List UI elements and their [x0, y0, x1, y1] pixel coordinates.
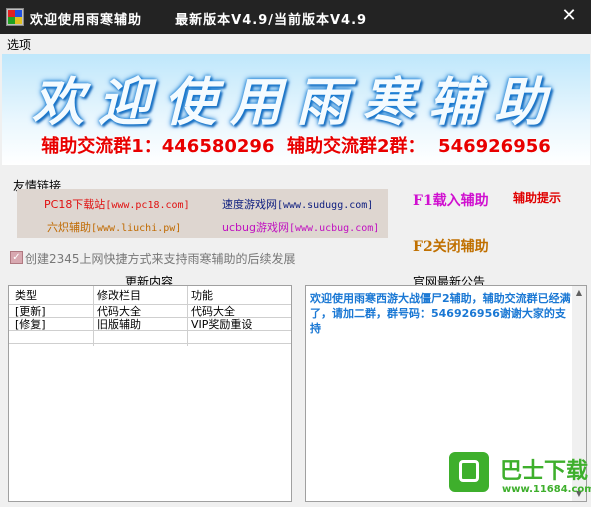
bus-logo-icon [447, 450, 491, 494]
hotkey-load-label: F1载入辅助 [413, 193, 489, 209]
announcement-text: 欢迎使用雨寒西游大战僵尸2辅助，辅助交流群已经满了，请加二群，群号码：54692… [310, 292, 571, 335]
link-ucbug[interactable]: ucbug游戏网[www.ucbug.com] [222, 219, 379, 235]
table-divider [187, 286, 188, 346]
column-header-type: 类型 [15, 289, 37, 302]
friend-links-panel: PC18下载站[www.pc18.com] 速度游戏网[www.sudugg.c… [17, 189, 388, 238]
table-divider [9, 343, 291, 344]
table-divider [93, 286, 94, 346]
column-header-section: 修改栏目 [97, 289, 141, 302]
watermark-url: www.11684.com [502, 484, 591, 495]
link-pc18[interactable]: PC18下载站[www.pc18.com] [44, 196, 190, 212]
close-icon[interactable]: ✕ [559, 6, 579, 26]
table-divider [9, 304, 291, 305]
banner-title: 欢迎使用雨寒辅助 [31, 72, 560, 133]
shortcut-checkbox[interactable]: ✓ [10, 251, 23, 264]
menu-bar: 选项 [0, 34, 591, 52]
table-header: 类型 修改栏目 功能 [9, 290, 291, 302]
table-divider [9, 330, 291, 331]
hotkey-close-label: F2关闭辅助 [413, 239, 489, 255]
scroll-up-icon[interactable]: ▲ [572, 286, 586, 300]
watermark-name: 巴士下载 [500, 459, 589, 484]
title-bar: 欢迎使用雨寒辅助 最新版本V4.9/当前版本V4.9 ✕ [0, 0, 591, 34]
menu-options[interactable]: 选项 [7, 36, 31, 53]
shortcut-checkbox-label: 创建2345上网快捷方式来支持雨寒辅助的后续发展 [25, 252, 296, 266]
app-icon [6, 8, 24, 26]
table-divider [9, 317, 291, 318]
updates-table[interactable]: 类型 修改栏目 功能 [更新] 代码大全 代码大全 [修复] 旧版辅助 VIP奖… [8, 285, 292, 502]
link-liuchi[interactable]: 六炽辅助[www.liuchi.pw] [47, 219, 181, 235]
welcome-banner: 欢迎使用雨寒辅助 辅助交流群1：446580296 辅助交流群2群： 54692… [2, 54, 590, 165]
window-title: 欢迎使用雨寒辅助 最新版本V4.9/当前版本V4.9 [30, 13, 368, 28]
banner-group-numbers: 辅助交流群1：446580296 辅助交流群2群： 546926956 [41, 136, 551, 157]
assist-tip-link[interactable]: 辅助提示 [513, 189, 561, 206]
column-header-feature: 功能 [191, 289, 213, 302]
link-sudugg[interactable]: 速度游戏网[www.sudugg.com] [222, 196, 373, 212]
site-watermark: 巴士下载 www.11684.com [440, 447, 591, 507]
